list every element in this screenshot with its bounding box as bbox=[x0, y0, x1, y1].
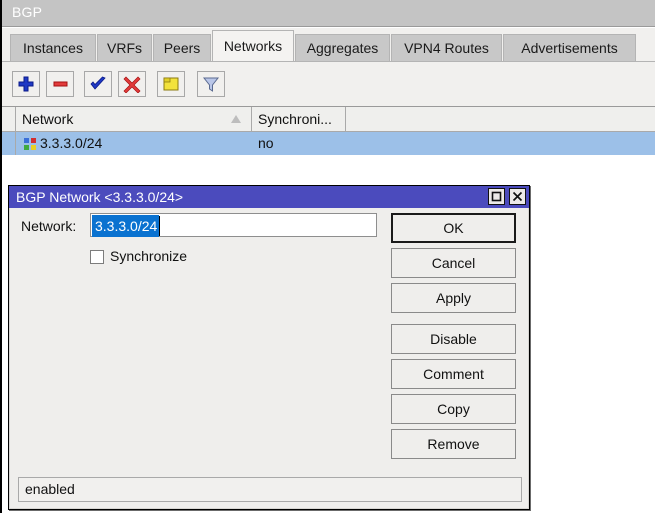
button-label: Disable bbox=[430, 331, 477, 347]
dialog-body: Network: 3.3.3.0/24 Synchronize enabled … bbox=[9, 208, 529, 509]
column-header[interactable] bbox=[346, 107, 655, 131]
table-cell: no bbox=[252, 132, 346, 155]
enable-button[interactable] bbox=[84, 71, 112, 97]
tab-vrfs[interactable]: VRFs bbox=[97, 34, 152, 61]
tab-label: Aggregates bbox=[307, 40, 379, 56]
tab-advertisements[interactable]: Advertisements bbox=[503, 34, 636, 61]
copy-button[interactable]: Copy bbox=[391, 394, 516, 424]
button-label: Comment bbox=[423, 366, 484, 382]
dialog-title: BGP Network <3.3.3.0/24> bbox=[16, 189, 183, 205]
tab-label: VPN4 Routes bbox=[404, 40, 489, 56]
tab-label: VRFs bbox=[107, 40, 142, 56]
button-label: Apply bbox=[436, 290, 471, 306]
comment-button[interactable] bbox=[157, 71, 185, 97]
table-header-gutter bbox=[2, 107, 16, 132]
table-row[interactable]: 3.3.3.0/24 no bbox=[16, 132, 655, 155]
maximize-icon bbox=[490, 190, 504, 206]
table-cell: 3.3.3.0/24 bbox=[16, 132, 252, 155]
bgp-network-dialog: BGP Network <3.3.3.0/24> Network: 3.3.3.… bbox=[8, 185, 530, 510]
status-text: enabled bbox=[25, 481, 75, 497]
tab-label: Peers bbox=[164, 40, 201, 56]
tab-instances[interactable]: Instances bbox=[10, 34, 96, 61]
button-label: Cancel bbox=[432, 255, 476, 271]
text-caret bbox=[159, 216, 160, 236]
add-button[interactable] bbox=[12, 71, 40, 97]
column-header[interactable]: Synchroni... bbox=[252, 107, 346, 131]
dialog-titlebar[interactable]: BGP Network <3.3.3.0/24> bbox=[9, 186, 529, 208]
tab-label: Instances bbox=[23, 40, 83, 56]
synchronize-checkbox[interactable] bbox=[90, 250, 104, 264]
plus-icon bbox=[16, 75, 39, 93]
cross-icon bbox=[122, 75, 145, 93]
tab-peers[interactable]: Peers bbox=[153, 34, 211, 61]
network-input[interactable]: 3.3.3.0/24 bbox=[90, 213, 377, 237]
comment-button[interactable]: Comment bbox=[391, 359, 516, 389]
toolbar bbox=[2, 61, 655, 106]
button-label: Copy bbox=[437, 401, 470, 417]
remove-button[interactable] bbox=[46, 71, 74, 97]
button-label: OK bbox=[443, 220, 463, 236]
dialog-statusbar: enabled bbox=[18, 477, 522, 502]
window-title: BGP bbox=[12, 4, 42, 20]
table-cell-text: 3.3.3.0/24 bbox=[40, 135, 102, 151]
table-cell bbox=[346, 132, 655, 155]
column-header-label: Synchroni... bbox=[258, 111, 332, 127]
tab-networks[interactable]: Networks bbox=[212, 30, 294, 61]
table-cell-text: no bbox=[258, 135, 274, 151]
apply-button[interactable]: Apply bbox=[391, 283, 516, 313]
tab-label: Networks bbox=[224, 38, 282, 54]
disable-button[interactable] bbox=[118, 71, 146, 97]
tab-label: Advertisements bbox=[521, 40, 617, 56]
ok-button[interactable]: OK bbox=[391, 213, 516, 243]
tabstrip: Instances VRFs Peers Networks Aggregates VPN4… bbox=[2, 28, 655, 61]
button-label: Remove bbox=[427, 436, 479, 452]
table-row-gutter bbox=[2, 132, 16, 155]
network-input-value: 3.3.3.0/24 bbox=[92, 215, 159, 237]
checkmark-icon bbox=[88, 75, 111, 93]
maximize-button[interactable] bbox=[488, 188, 505, 205]
column-header-label: Network bbox=[22, 111, 73, 127]
synchronize-label: Synchronize bbox=[110, 248, 187, 264]
filter-button[interactable] bbox=[197, 71, 225, 97]
disable-button[interactable]: Disable bbox=[391, 324, 516, 354]
sort-ascending-icon[interactable] bbox=[231, 115, 241, 123]
close-button[interactable] bbox=[509, 188, 526, 205]
window-titlebar[interactable]: BGP bbox=[2, 0, 655, 27]
minus-icon bbox=[50, 75, 73, 93]
note-icon bbox=[161, 75, 184, 93]
network-field-label: Network: bbox=[21, 218, 76, 234]
close-icon bbox=[511, 190, 525, 206]
funnel-icon bbox=[201, 75, 224, 93]
tab-aggregates[interactable]: Aggregates bbox=[295, 34, 390, 61]
cancel-button[interactable]: Cancel bbox=[391, 248, 516, 278]
column-header[interactable]: Network bbox=[16, 107, 252, 131]
remove-button[interactable]: Remove bbox=[391, 429, 516, 459]
tab-vpn4-routes[interactable]: VPN4 Routes bbox=[391, 34, 502, 61]
table-header-row: Network Synchroni... bbox=[16, 107, 655, 132]
